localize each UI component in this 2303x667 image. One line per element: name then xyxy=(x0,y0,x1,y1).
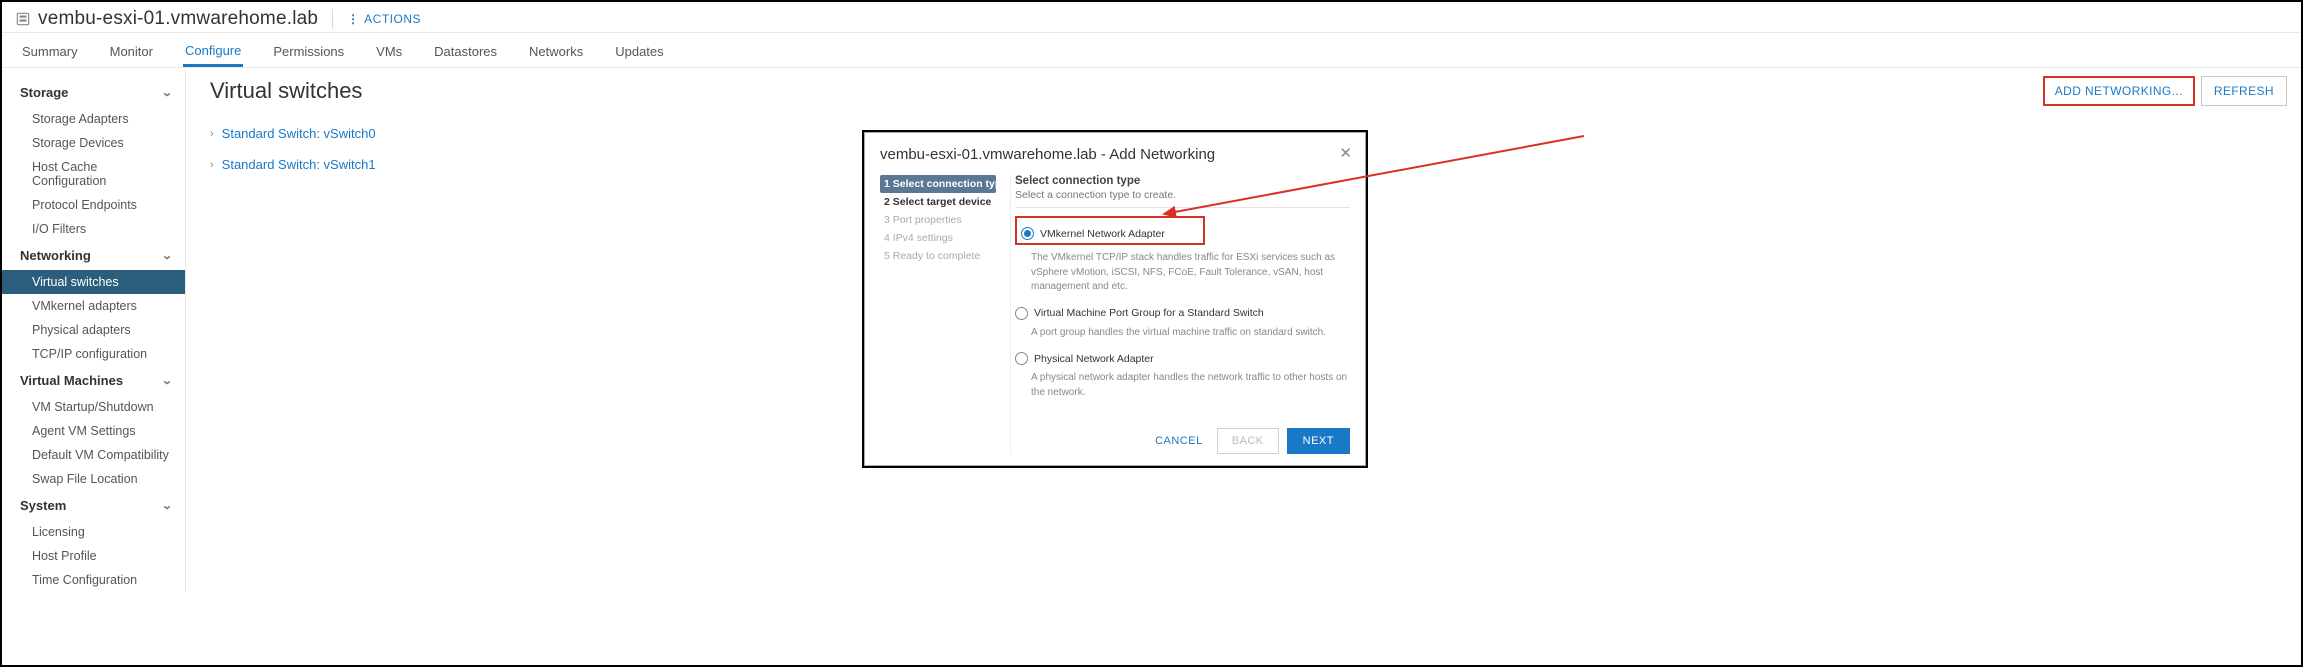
chevron-down-icon: ⌄ xyxy=(161,249,173,263)
wizard-step: 3 Port properties xyxy=(880,211,996,229)
actions-menu[interactable]: ⋮ ACTIONS xyxy=(347,12,421,26)
host-icon xyxy=(16,12,30,26)
refresh-button[interactable]: REFRESH xyxy=(2201,76,2287,106)
chevron-down-icon: ⌄ xyxy=(161,499,173,513)
chevron-down-icon: ⌄ xyxy=(161,86,173,100)
chevron-down-icon: ⌄ xyxy=(161,374,173,388)
wizard-step: 4 IPv4 settings xyxy=(880,229,996,247)
divider xyxy=(332,9,333,29)
sidebar-item-physical-adapters[interactable]: Physical adapters xyxy=(2,318,185,342)
wizard-step: 5 Ready to complete xyxy=(880,247,996,265)
sidebar-group-system[interactable]: System⌄ xyxy=(2,491,185,520)
close-icon[interactable]: ✕ xyxy=(1339,144,1352,162)
tab-bar: Summary Monitor Configure Permissions VMs Dat… xyxy=(2,33,2301,68)
option-help-text: A port group handles the virtual machine… xyxy=(1031,326,1350,341)
chevron-right-icon: › xyxy=(210,128,214,140)
page-title: Virtual switches xyxy=(210,78,2285,104)
radio-icon xyxy=(1015,307,1028,320)
wizard-step[interactable]: 1 Select connection type xyxy=(880,175,996,193)
add-networking-dialog: ✕ vembu-esxi-01.vmwarehome.lab - Add Net… xyxy=(862,130,1368,468)
sidebar-item-i-o-filters[interactable]: I/O Filters xyxy=(2,217,185,241)
tab-summary[interactable]: Summary xyxy=(20,44,80,67)
next-button[interactable]: NEXT xyxy=(1287,428,1350,454)
sidebar-item-vmkernel-adapters[interactable]: VMkernel adapters xyxy=(2,294,185,318)
section-subtitle: Select a connection type to create. xyxy=(1015,189,1350,208)
back-button: BACK xyxy=(1217,428,1279,454)
option-help-text: The VMkernel TCP/IP stack handles traffi… xyxy=(1031,251,1350,295)
section-title: Select connection type xyxy=(1015,175,1350,187)
config-sidebar: Storage⌄Storage AdaptersStorage DevicesH… xyxy=(2,68,186,592)
actions-icon: ⋮ xyxy=(347,12,358,26)
add-networking-button[interactable]: ADD NETWORKING... xyxy=(2043,76,2195,106)
sidebar-item-protocol-endpoints[interactable]: Protocol Endpoints xyxy=(2,193,185,217)
dialog-title: vembu-esxi-01.vmwarehome.lab - Add Netwo… xyxy=(880,146,1350,163)
connection-type-option[interactable]: Physical Network Adapter xyxy=(1015,352,1350,365)
sidebar-group-virtual-machines[interactable]: Virtual Machines⌄ xyxy=(2,366,185,395)
sidebar-item-agent-vm-settings[interactable]: Agent VM Settings xyxy=(2,419,185,443)
sidebar-item-tcp-ip-configuration[interactable]: TCP/IP configuration xyxy=(2,342,185,366)
connection-type-option[interactable]: Virtual Machine Port Group for a Standar… xyxy=(1015,307,1350,320)
host-title: vembu-esxi-01.vmwarehome.lab xyxy=(38,8,318,30)
sidebar-group-storage[interactable]: Storage⌄ xyxy=(2,78,185,107)
sidebar-item-storage-devices[interactable]: Storage Devices xyxy=(2,131,185,155)
sidebar-item-host-cache-configuration[interactable]: Host Cache Configuration xyxy=(2,155,185,193)
tab-permissions[interactable]: Permissions xyxy=(271,44,346,67)
radio-icon xyxy=(1021,227,1034,240)
sidebar-item-swap-file-location[interactable]: Swap File Location xyxy=(2,467,185,491)
tab-datastores[interactable]: Datastores xyxy=(432,44,499,67)
tab-networks[interactable]: Networks xyxy=(527,44,585,67)
sidebar-item-vm-startup-shutdown[interactable]: VM Startup/Shutdown xyxy=(2,395,185,419)
sidebar-item-licensing[interactable]: Licensing xyxy=(2,520,185,544)
connection-type-option[interactable]: VMkernel Network Adapter xyxy=(1021,227,1199,240)
wizard-step[interactable]: 2 Select target device xyxy=(880,193,996,211)
tab-vms[interactable]: VMs xyxy=(374,44,404,67)
tab-monitor[interactable]: Monitor xyxy=(108,44,155,67)
tab-updates[interactable]: Updates xyxy=(613,44,665,67)
wizard-steps: 1 Select connection type2 Select target … xyxy=(880,175,996,454)
sidebar-item-default-vm-compatibility[interactable]: Default VM Compatibility xyxy=(2,443,185,467)
chevron-right-icon: › xyxy=(210,159,214,171)
main-panel: ADD NETWORKING... REFRESH Virtual switch… xyxy=(186,68,2301,592)
radio-icon xyxy=(1015,352,1028,365)
sidebar-item-virtual-switches[interactable]: Virtual switches xyxy=(2,270,185,294)
sidebar-group-networking[interactable]: Networking⌄ xyxy=(2,241,185,270)
sidebar-item-time-configuration[interactable]: Time Configuration xyxy=(2,568,185,592)
option-help-text: A physical network adapter handles the n… xyxy=(1031,371,1350,400)
sidebar-item-host-profile[interactable]: Host Profile xyxy=(2,544,185,568)
sidebar-item-storage-adapters[interactable]: Storage Adapters xyxy=(2,107,185,131)
tab-configure[interactable]: Configure xyxy=(183,43,243,67)
cancel-button[interactable]: CANCEL xyxy=(1149,428,1209,454)
actions-label: ACTIONS xyxy=(364,12,421,26)
